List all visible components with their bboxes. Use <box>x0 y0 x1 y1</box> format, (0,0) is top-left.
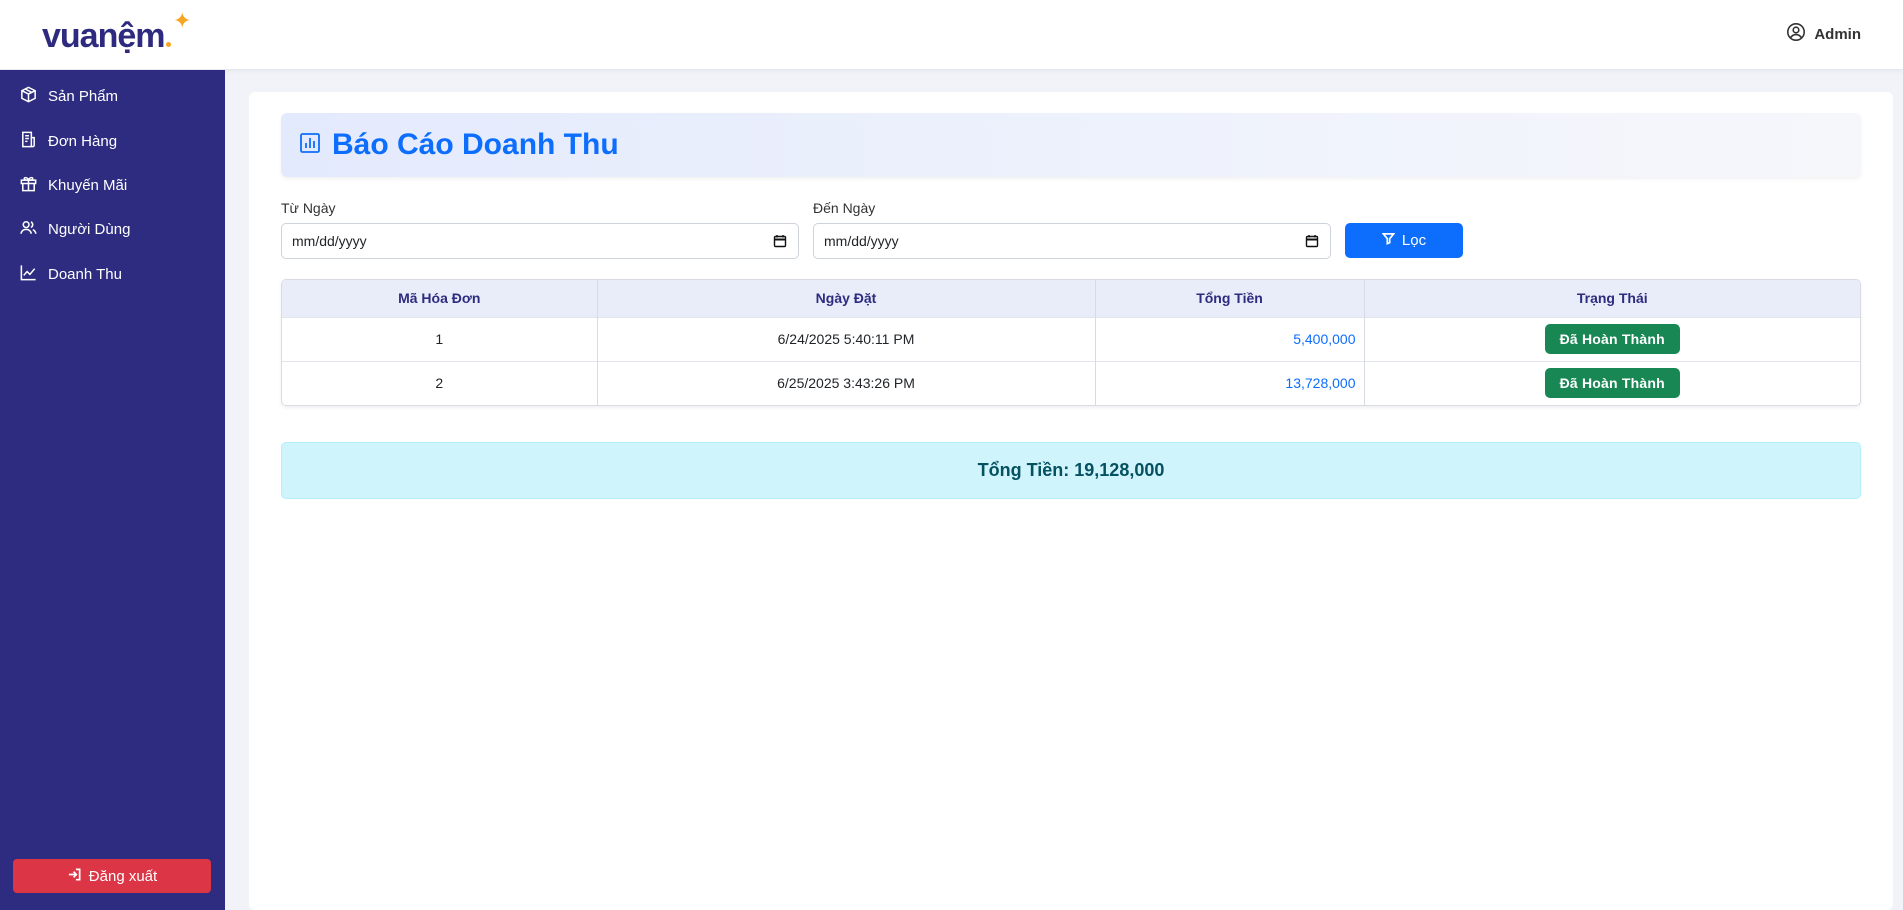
status-badge: Đã Hoàn Thành <box>1544 368 1680 399</box>
filter-button[interactable]: Lọc <box>1345 223 1463 258</box>
logout-label: Đăng xuất <box>88 867 158 885</box>
column-header-order-date[interactable]: Ngày Đặt <box>597 280 1096 317</box>
amount-cell: 13,728,000 <box>1095 360 1365 405</box>
total-text: Tổng Tiền: 19,128,000 <box>977 460 1165 480</box>
sign-out-icon <box>67 867 82 886</box>
brand-logo[interactable]: vuanệm ✦ <box>42 10 191 56</box>
status-badge: Đã Hoàn Thành <box>1544 324 1680 354</box>
sidebar-item-promotions[interactable]: Khuyến Mãi <box>0 167 225 203</box>
calendar-icon[interactable] <box>773 234 787 248</box>
logout-button[interactable]: Đăng xuất <box>13 859 211 893</box>
table-row[interactable]: 1 6/24/2025 5:40:11 PM 5,400,000 Đã Hoàn… <box>282 316 1860 361</box>
from-date-placeholder: mm/dd/yyyy <box>292 233 367 249</box>
invoice-id-cell: 2 <box>282 360 598 405</box>
sidebar: Sản Phẩm Đơn Hàng Khuyến Mãi Người Dùng … <box>0 70 225 910</box>
sidebar-item-label: Doanh Thu <box>48 265 122 283</box>
gift-icon <box>19 174 38 197</box>
from-date-input[interactable]: mm/dd/yyyy <box>281 223 799 259</box>
status-cell: Đã Hoàn Thành <box>1364 316 1860 361</box>
user-name: Admin <box>1814 25 1861 43</box>
chart-line-icon <box>19 263 38 286</box>
order-date-cell: 6/24/2025 5:40:11 PM <box>597 316 1096 361</box>
top-bar: vuanệm ✦ Admin <box>0 0 1903 70</box>
to-date-input[interactable]: mm/dd/yyyy <box>813 223 1331 259</box>
total-summary: Tổng Tiền: 19,128,000 <box>281 442 1861 499</box>
to-date-label: Đến Ngày <box>813 200 876 216</box>
order-date-cell: 6/25/2025 3:43:26 PM <box>597 360 1096 405</box>
bar-chart-icon <box>298 131 322 160</box>
box-icon <box>19 85 38 108</box>
revenue-table: Mã Hóa Đơn Ngày Đặt Tổng Tiền Trạng Thái… <box>281 279 1861 406</box>
main-content: Báo Cáo Doanh Thu Từ Ngày mm/dd/yyyy Đến… <box>249 92 1893 910</box>
amount-cell: 5,400,000 <box>1095 316 1365 361</box>
user-menu[interactable]: Admin <box>1786 22 1861 46</box>
sidebar-item-orders[interactable]: Đơn Hàng <box>0 123 225 159</box>
from-date-label: Từ Ngày <box>281 200 336 216</box>
sidebar-item-products[interactable]: Sản Phẩm <box>0 78 225 114</box>
sidebar-item-label: Người Dùng <box>48 220 131 238</box>
calendar-icon[interactable] <box>1305 234 1319 248</box>
logo-dot <box>165 42 171 47</box>
table-header-row: Mã Hóa Đơn Ngày Đặt Tổng Tiền Trạng Thái <box>282 280 1860 317</box>
filter-button-label: Lọc <box>1401 232 1427 249</box>
sidebar-item-label: Sản Phẩm <box>48 87 119 105</box>
sidebar-item-label: Đơn Hàng <box>48 132 118 150</box>
logo-text: vuanệm <box>42 17 165 55</box>
star-icon: ✦ <box>173 8 192 33</box>
receipt-icon <box>19 130 38 153</box>
sidebar-item-label: Khuyến Mãi <box>48 176 128 194</box>
sidebar-item-users[interactable]: Người Dùng <box>0 211 225 247</box>
to-date-placeholder: mm/dd/yyyy <box>824 233 899 249</box>
table-row[interactable]: 2 6/25/2025 3:43:26 PM 13,728,000 Đã Hoà… <box>282 360 1860 405</box>
page-title: Báo Cáo Doanh Thu <box>332 128 619 161</box>
invoice-id-cell: 1 <box>282 316 598 361</box>
sidebar-item-revenue[interactable]: Doanh Thu <box>0 256 225 292</box>
user-circle-icon <box>1786 22 1806 46</box>
column-header-total[interactable]: Tổng Tiền <box>1095 280 1365 317</box>
column-header-invoice-id[interactable]: Mã Hóa Đơn <box>282 280 598 317</box>
status-cell: Đã Hoàn Thành <box>1364 360 1860 405</box>
users-icon <box>19 218 38 241</box>
page-header: Báo Cáo Doanh Thu <box>281 113 1861 177</box>
funnel-icon <box>1381 232 1396 249</box>
column-header-status[interactable]: Trạng Thái <box>1364 280 1860 317</box>
